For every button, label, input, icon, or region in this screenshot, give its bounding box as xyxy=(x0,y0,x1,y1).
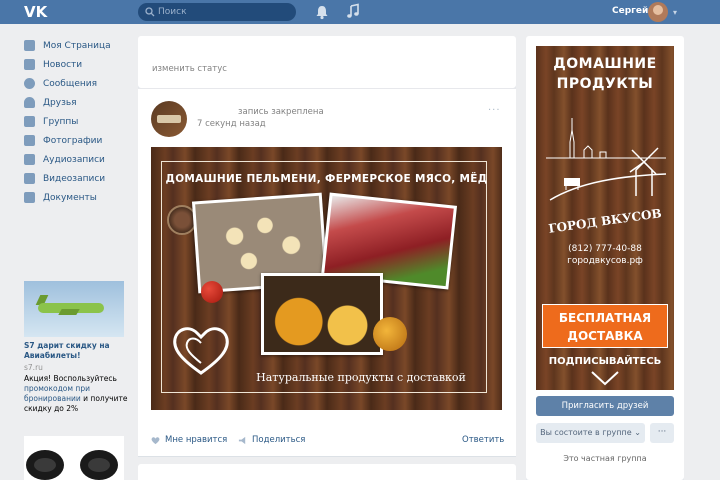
vk-logo[interactable]: VK xyxy=(24,4,47,20)
banner-phone: (812) 777-40-88 xyxy=(568,244,642,254)
home-icon xyxy=(24,40,35,51)
camera-icon xyxy=(24,135,35,146)
edit-status-link[interactable]: изменить статус xyxy=(152,64,227,74)
ad-text: Акция! Воспользуйтесь промокодом при бро… xyxy=(24,374,130,414)
banner-title: ДОМАШНИЕ ПРОДУКТЫ xyxy=(536,54,674,94)
post-avatar[interactable] xyxy=(151,101,187,137)
chevron-down-icon[interactable]: ▾ xyxy=(673,8,677,17)
city-skyline-illustration xyxy=(546,118,667,201)
banner-delivery-badge: БЕСПЛАТНАЯ ДОСТАВКА xyxy=(542,304,668,348)
sidebar-item-label: Сообщения xyxy=(43,78,98,89)
member-status-label: Вы состоите в группе xyxy=(540,428,632,437)
group-banner[interactable]: ДОМАШНИЕ ПРОДУКТЫ ГОРОД ВКУСОВ (812) 777… xyxy=(536,46,674,390)
ad-image-earbuds[interactable] xyxy=(24,436,124,480)
more-icon[interactable]: ··· xyxy=(488,105,501,116)
sidebar-item-messages[interactable]: Сообщения xyxy=(24,74,134,93)
earbud-left xyxy=(26,450,64,480)
banner-title-line: ДОМАШНИЕ xyxy=(553,56,657,72)
share-button[interactable]: Поделиться xyxy=(238,435,305,445)
post-card: запись закреплена 7 секунд назад ··· ДОМ… xyxy=(138,88,516,456)
ad-domain: s7.ru xyxy=(24,363,43,372)
avatar[interactable] xyxy=(648,2,668,22)
delivery-line: ДОСТАВКА xyxy=(567,329,643,343)
ad-image-plane[interactable] xyxy=(24,281,124,337)
sidebar-item-documents[interactable]: Документы xyxy=(24,188,134,207)
like-button[interactable]: Мне нравится xyxy=(151,435,227,445)
sidebar-item-label: Документы xyxy=(43,192,97,203)
news-icon xyxy=(24,59,35,70)
share-label: Поделиться xyxy=(252,435,306,445)
banner-title-line: ПРОДУКТЫ xyxy=(556,76,654,92)
invite-friends-button[interactable]: Пригласить друзей xyxy=(536,396,674,416)
earbud-right xyxy=(80,450,118,480)
sidebar-item-friends[interactable]: Друзья xyxy=(24,93,134,112)
sidebar-item-label: Аудиозаписи xyxy=(43,154,105,165)
sidebar-item-label: Фотографии xyxy=(43,135,103,146)
bell-icon[interactable] xyxy=(315,4,329,20)
username[interactable]: Сергей xyxy=(612,6,648,16)
comment-label: Ответить xyxy=(462,435,505,445)
ad-title[interactable]: S7 дарит скидку на Авиабилеты! xyxy=(24,341,124,361)
video-icon xyxy=(24,173,35,184)
document-icon xyxy=(24,192,35,203)
search-input[interactable]: Поиск xyxy=(138,3,296,21)
plane-wing xyxy=(58,309,80,315)
tomato xyxy=(201,281,223,303)
comment-button[interactable]: Ответить xyxy=(462,435,504,445)
friends-icon xyxy=(24,97,35,108)
heart-icon xyxy=(173,327,229,375)
ad-text-part: Акция! Воспользуйтесь xyxy=(24,374,117,383)
banner-subscribe: ПОДПИСЫВАЙТЕСЬ xyxy=(548,356,662,367)
delivery-line: БЕСПЛАТНАЯ xyxy=(558,311,652,325)
sidebar-item-label: Новости xyxy=(43,59,83,70)
sidebar-item-photos[interactable]: Фотографии xyxy=(24,131,134,150)
messages-icon xyxy=(24,78,35,89)
image-headline: ДОМАШНИЕ ПЕЛЬМЕНИ, ФЕРМЕРСКОЕ МЯСО, МЁД xyxy=(165,173,488,185)
banner-site: городвкусов.рф xyxy=(567,256,643,266)
group-card: ДОМАШНИЕ ПРОДУКТЫ ГОРОД ВКУСОВ (812) 777… xyxy=(526,36,684,480)
post-actions: Мне нравится Поделиться Ответить xyxy=(151,435,504,449)
image-footer: Натуральные продукты с доставкой xyxy=(256,371,466,384)
sidebar-item-label: Моя Страница xyxy=(43,40,111,51)
sidebar-item-label: Группы xyxy=(43,116,79,127)
chevron-down-icon: ⌄ xyxy=(634,428,641,437)
post-pinned-label: запись закреплена xyxy=(238,107,324,117)
post-time[interactable]: 7 секунд назад xyxy=(197,119,266,129)
like-label: Мне нравится xyxy=(165,435,228,445)
groups-icon xyxy=(24,116,35,127)
arrow-down-icon xyxy=(591,371,619,386)
top-bar: VK Поиск Сергей ▾ xyxy=(0,0,720,24)
honey-photo xyxy=(261,273,383,355)
search-icon xyxy=(145,7,155,17)
sidebar-item-label: Видеозаписи xyxy=(43,173,106,184)
sidebar-item-label: Друзья xyxy=(43,97,77,108)
status-card: изменить статус xyxy=(138,36,516,88)
private-group-text: Это частная группа xyxy=(563,454,647,463)
music-icon xyxy=(24,154,35,165)
member-status-button[interactable]: Вы состоите в группе ⌄ xyxy=(536,423,645,443)
group-more-button[interactable]: ··· xyxy=(650,423,674,443)
sidebar-item-video[interactable]: Видеозаписи xyxy=(24,169,134,188)
music-icon[interactable] xyxy=(346,3,360,19)
sidebar-item-my-page[interactable]: Моя Страница xyxy=(24,36,134,55)
banner-brand-name: ГОРОД ВКУСОВ xyxy=(547,206,663,236)
next-post-card xyxy=(138,464,516,480)
sidebar-item-groups[interactable]: Группы xyxy=(24,112,134,131)
sidebar-nav: Моя Страница Новости Сообщения Друзья Гр… xyxy=(24,36,134,207)
megaphone-icon xyxy=(238,436,246,444)
honey-jar xyxy=(373,317,407,351)
post-image[interactable]: ДОМАШНИЕ ПЕЛЬМЕНИ, ФЕРМЕРСКОЕ МЯСО, МЁД … xyxy=(151,147,502,410)
heart-icon xyxy=(151,436,160,444)
sidebar-item-audio[interactable]: Аудиозаписи xyxy=(24,150,134,169)
search-placeholder: Поиск xyxy=(158,7,187,17)
ad-text-highlight: промокодом при бронировании xyxy=(24,384,90,403)
sidebar-item-news[interactable]: Новости xyxy=(24,55,134,74)
